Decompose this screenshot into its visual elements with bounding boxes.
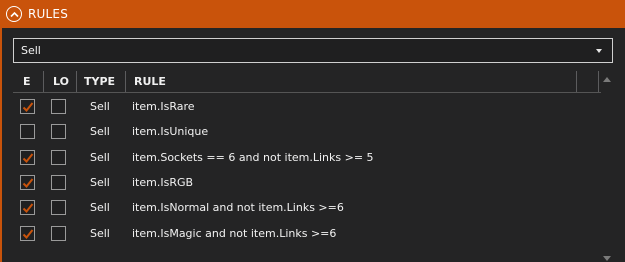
rule-type: Sell bbox=[90, 150, 110, 164]
collapse-icon[interactable] bbox=[6, 6, 22, 22]
rule-expression[interactable]: item.IsMagic and not item.Links >=6 bbox=[132, 221, 336, 246]
column-header-lo[interactable]: LO bbox=[53, 71, 69, 92]
panel-title: RULES bbox=[28, 7, 69, 21]
scroll-up-icon[interactable] bbox=[603, 77, 611, 82]
column-header-rule[interactable]: RULE bbox=[134, 71, 166, 92]
rule-expression[interactable]: item.IsRare bbox=[132, 94, 195, 119]
rules-panel: RULES Sell E LO TYPE RULE Sell item.IsRar… bbox=[0, 0, 625, 262]
rule-expression[interactable]: item.Sockets == 6 and not item.Links >= … bbox=[132, 145, 374, 170]
column-divider[interactable] bbox=[576, 71, 577, 92]
column-divider[interactable] bbox=[125, 71, 126, 92]
lo-checkbox[interactable] bbox=[51, 99, 66, 114]
enabled-checkbox[interactable] bbox=[20, 149, 35, 165]
rule-expression[interactable]: item.IsNormal and not item.Links >=6 bbox=[132, 195, 344, 220]
checkmark-icon bbox=[22, 203, 34, 214]
checkmark-icon bbox=[22, 228, 34, 239]
column-divider[interactable] bbox=[43, 71, 44, 92]
column-header-enabled[interactable]: E bbox=[23, 71, 31, 92]
rule-row[interactable]: Sell item.IsRGB bbox=[13, 170, 601, 195]
column-header-type[interactable]: TYPE bbox=[84, 71, 115, 92]
enabled-checkbox[interactable] bbox=[20, 99, 35, 114]
column-divider[interactable] bbox=[598, 71, 599, 92]
rule-type: Sell bbox=[90, 175, 110, 189]
rule-row[interactable]: Sell item.IsMagic and not item.Links >=6 bbox=[13, 221, 601, 246]
enabled-checkbox[interactable] bbox=[20, 225, 35, 241]
checkmark-icon bbox=[22, 102, 34, 112]
lo-checkbox[interactable] bbox=[51, 200, 66, 216]
lo-checkbox[interactable] bbox=[51, 225, 66, 241]
panel-header: RULES bbox=[0, 0, 625, 28]
rule-type: Sell bbox=[90, 201, 110, 215]
rule-row[interactable]: Sell item.Sockets == 6 and not item.Links… bbox=[13, 145, 601, 170]
rule-type: Sell bbox=[90, 100, 110, 113]
dropdown-arrow-icon bbox=[596, 49, 602, 53]
scroll-down-icon[interactable] bbox=[603, 256, 611, 261]
enabled-checkbox[interactable] bbox=[20, 124, 35, 140]
column-divider[interactable] bbox=[76, 71, 77, 92]
dropdown-value: Sell bbox=[21, 44, 41, 57]
checkmark-icon bbox=[22, 152, 34, 163]
enabled-checkbox[interactable] bbox=[20, 174, 35, 190]
checkmark-icon bbox=[22, 178, 34, 188]
rule-type: Sell bbox=[90, 226, 110, 240]
vertical-scrollbar[interactable] bbox=[601, 71, 613, 262]
rules-grid: E LO TYPE RULE Sell item.IsRare Sell item.I… bbox=[13, 71, 613, 262]
grid-header: E LO TYPE RULE bbox=[13, 71, 613, 92]
header-divider bbox=[13, 92, 601, 93]
rule-type-dropdown[interactable]: Sell bbox=[13, 38, 613, 63]
rule-row[interactable]: Sell item.IsRare bbox=[13, 94, 601, 119]
rule-expression[interactable]: item.IsRGB bbox=[132, 170, 193, 195]
rule-row[interactable]: Sell item.IsUnique bbox=[13, 119, 601, 144]
enabled-checkbox[interactable] bbox=[20, 200, 35, 216]
rule-expression[interactable]: item.IsUnique bbox=[132, 119, 208, 144]
rule-row[interactable]: Sell item.IsNormal and not item.Links >=6 bbox=[13, 195, 601, 220]
lo-checkbox[interactable] bbox=[51, 149, 66, 165]
rule-type: Sell bbox=[90, 125, 110, 139]
lo-checkbox[interactable] bbox=[51, 124, 66, 140]
lo-checkbox[interactable] bbox=[51, 174, 66, 190]
